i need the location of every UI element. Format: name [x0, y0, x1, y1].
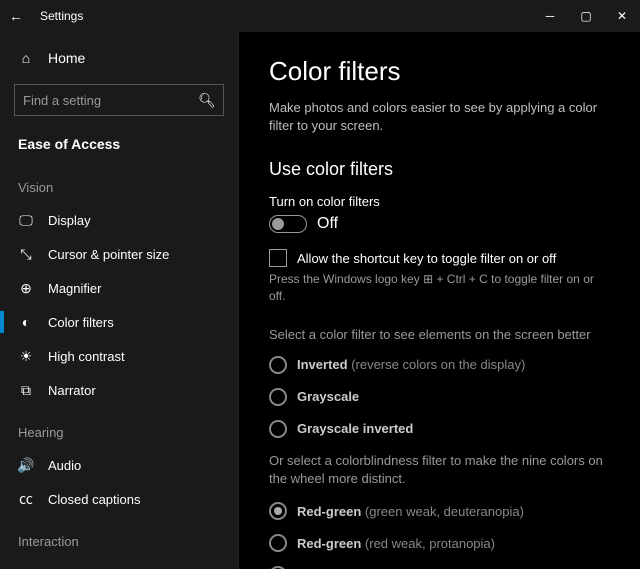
sidebar-item-label: Display: [48, 213, 91, 228]
back-button[interactable]: ←: [0, 8, 32, 24]
sidebar-item-narrator[interactable]: ⧉ Narrator: [0, 373, 238, 407]
sidebar-item-display[interactable]: 🖵 Display: [0, 203, 238, 237]
highcontrast-icon: ☀: [18, 348, 34, 364]
magnifier-icon: ⊕: [18, 280, 34, 296]
category-title: Ease of Access: [0, 126, 238, 162]
sidebar-item-colorfilters[interactable]: ◐ Color filters: [0, 305, 238, 339]
section-title: Use color filters: [269, 159, 610, 180]
group-hearing: Hearing: [0, 407, 238, 448]
page-desc: Make photos and colors easier to see by …: [269, 99, 610, 135]
page-title: Color filters: [269, 56, 610, 87]
sidebar: ⌂ Home 🔍︎ Ease of Access Vision 🖵 Displa…: [0, 32, 238, 569]
audio-icon: 🔊: [18, 457, 34, 473]
toggle-state: Off: [317, 215, 338, 233]
search-icon: 🔍︎: [199, 92, 215, 108]
captions-icon: ㏄: [18, 491, 34, 507]
sidebar-item-audio[interactable]: 🔊 Audio: [0, 448, 238, 482]
cursor-icon: ⤡: [18, 246, 34, 262]
search-box[interactable]: 🔍︎: [14, 84, 224, 116]
radio-redgreen-protanopia[interactable]: Red-green (red weak, protanopia): [269, 534, 610, 552]
sidebar-item-cursor[interactable]: ⤡ Cursor & pointer size: [0, 237, 238, 271]
shortcut-label: Allow the shortcut key to toggle filter …: [297, 251, 556, 266]
narrator-icon: ⧉: [18, 382, 34, 398]
select-filter-label: Select a color filter to see elements on…: [269, 327, 610, 342]
radio-icon: [269, 356, 287, 374]
radio-label: Inverted (reverse colors on the display): [297, 357, 525, 372]
close-button[interactable]: ✕: [604, 0, 640, 32]
sidebar-item-label: High contrast: [48, 349, 125, 364]
color-filters-toggle[interactable]: [269, 215, 307, 233]
titlebar: ← Settings ─ ▢ ✕: [0, 0, 640, 32]
sidebar-item-label: Cursor & pointer size: [48, 247, 169, 262]
maximize-button[interactable]: ▢: [568, 0, 604, 32]
display-icon: 🖵: [18, 212, 34, 228]
sidebar-item-label: Narrator: [48, 383, 96, 398]
radio-label: Red-green (green weak, deuteranopia): [297, 504, 524, 519]
radio-label: Grayscale inverted: [297, 421, 413, 436]
shortcut-hint: Press the Windows logo key ⊞ + Ctrl + C …: [269, 271, 610, 305]
radio-redgreen-deuteranopia[interactable]: Red-green (green weak, deuteranopia): [269, 502, 610, 520]
shortcut-checkbox[interactable]: [269, 249, 287, 267]
minimize-button[interactable]: ─: [532, 0, 568, 32]
search-input[interactable]: [23, 93, 199, 108]
sidebar-item-highcontrast[interactable]: ☀ High contrast: [0, 339, 238, 373]
sidebar-item-captions[interactable]: ㏄ Closed captions: [0, 482, 238, 516]
or-text: Or select a colorblindness filter to mak…: [269, 452, 610, 488]
radio-grayscale-inverted[interactable]: Grayscale inverted: [269, 420, 610, 438]
radio-label: Grayscale: [297, 389, 359, 404]
home-label: Home: [48, 50, 85, 66]
toggle-label: Turn on color filters: [269, 194, 610, 209]
sidebar-item-label: Audio: [48, 458, 81, 473]
home-button[interactable]: ⌂ Home: [0, 42, 238, 74]
radio-icon: [269, 502, 287, 520]
radio-grayscale[interactable]: Grayscale: [269, 388, 610, 406]
sidebar-item-label: Color filters: [48, 315, 114, 330]
sidebar-item-label: Magnifier: [48, 281, 101, 296]
home-icon: ⌂: [18, 50, 34, 66]
sidebar-item-magnifier[interactable]: ⊕ Magnifier: [0, 271, 238, 305]
content-area: Color filters Make photos and colors eas…: [238, 32, 640, 569]
group-vision: Vision: [0, 162, 238, 203]
radio-icon: [269, 388, 287, 406]
colorfilters-icon: ◐: [18, 314, 34, 330]
group-interaction: Interaction: [0, 516, 238, 557]
radio-label: Red-green (red weak, protanopia): [297, 536, 495, 551]
radio-inverted[interactable]: Inverted (reverse colors on the display): [269, 356, 610, 374]
radio-icon: [269, 534, 287, 552]
window-title: Settings: [32, 9, 532, 23]
sidebar-item-label: Closed captions: [48, 492, 141, 507]
radio-icon: [269, 420, 287, 438]
